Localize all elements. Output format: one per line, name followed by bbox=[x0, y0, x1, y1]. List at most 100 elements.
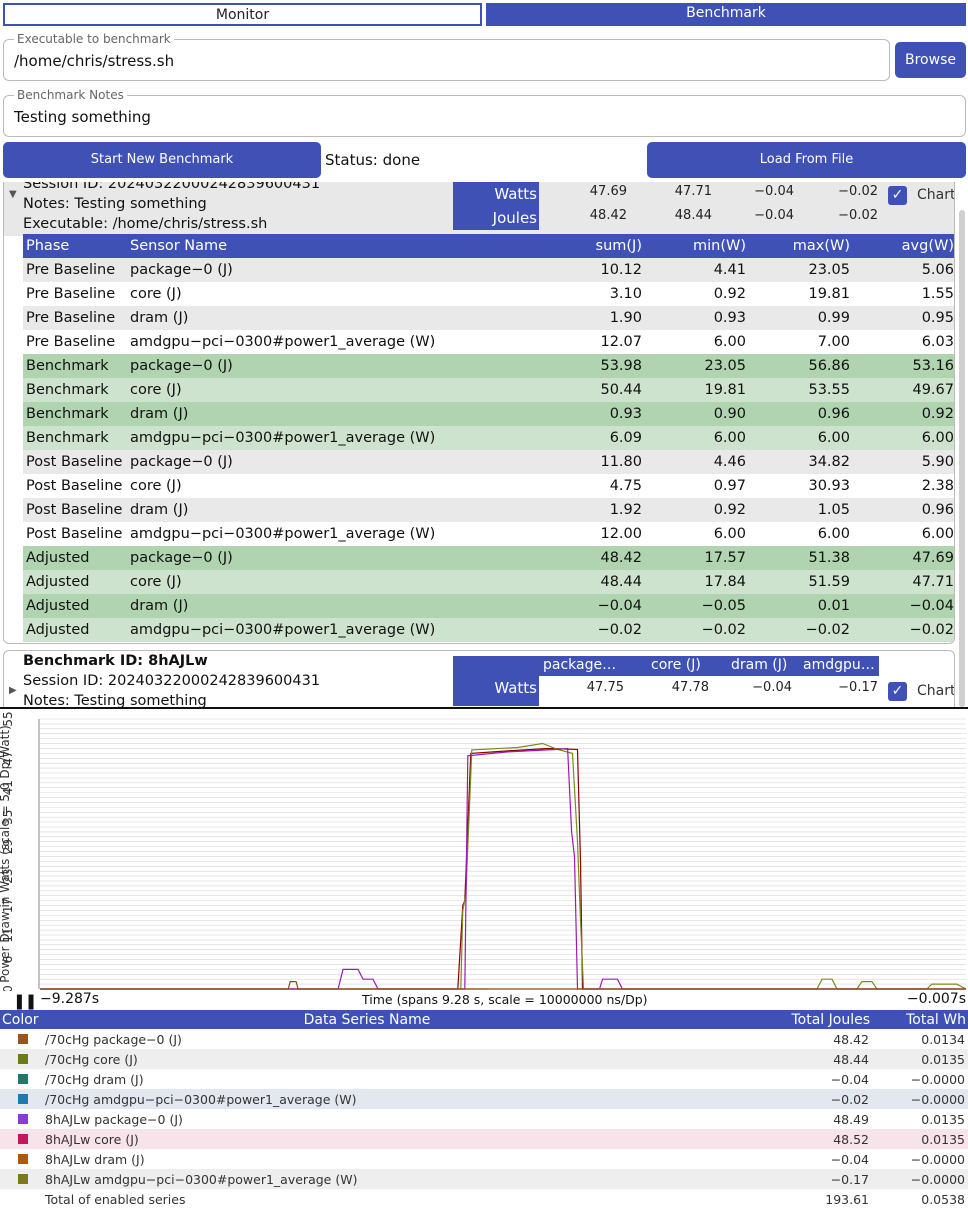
color-swatch[interactable] bbox=[18, 1113, 28, 1124]
phase-cell: Pre Baseline bbox=[23, 258, 127, 282]
vertical-scrollbar[interactable] bbox=[957, 182, 966, 707]
column-header[interactable]: Color bbox=[0, 1010, 42, 1029]
avg-cell: 49.67 bbox=[853, 378, 954, 402]
table-row[interactable]: Post Baseline core (J) 4.75 0.97 30.93 2.38 bbox=[23, 474, 954, 498]
session-notes: Notes: Testing something bbox=[23, 196, 207, 212]
watts-label: Watts bbox=[453, 182, 539, 206]
table-row[interactable]: Adjusted package−0 (J) 48.42 17.57 51.38 47.6… bbox=[23, 546, 954, 570]
color-swatch[interactable] bbox=[18, 1053, 28, 1064]
avg-cell: 2.38 bbox=[853, 474, 954, 498]
table-row[interactable]: Adjusted core (J) 48.44 17.84 51.59 47.71 bbox=[23, 570, 954, 594]
table-row[interactable]: Benchmark core (J) 50.44 19.81 53.55 49.67 bbox=[23, 378, 954, 402]
table-row[interactable]: Adjusted amdgpu−pci−0300#power1_average (… bbox=[23, 618, 954, 642]
legend-row[interactable]: /70cHg package−0 (J) 48.42 0.0134 bbox=[0, 1029, 968, 1049]
legend-color-cell bbox=[0, 1049, 42, 1069]
browse-button[interactable]: Browse bbox=[895, 42, 966, 78]
phase-cell: Benchmark bbox=[23, 354, 127, 378]
tab-benchmark[interactable]: Benchmark bbox=[486, 3, 966, 26]
min-cell: −0.05 bbox=[645, 594, 749, 618]
table-row[interactable]: Benchmark package−0 (J) 53.98 23.05 56.86 53.… bbox=[23, 354, 954, 378]
column-header[interactable]: min(W) bbox=[645, 234, 749, 258]
sum-cell: 50.44 bbox=[515, 378, 645, 402]
legend-row[interactable]: 8hAJLw package−0 (J) 48.49 0.0135 bbox=[0, 1109, 968, 1129]
sum-cell: 3.10 bbox=[515, 282, 645, 306]
pause-icon[interactable]: ❚❚ bbox=[13, 992, 37, 1010]
legend-series-name: 8hAJLw package−0 (J) bbox=[45, 1111, 183, 1127]
legend-color-cell bbox=[0, 1089, 42, 1109]
y-axis-label: Power Draw in Watts (scale = 5.0 Dp/Watt… bbox=[0, 725, 12, 983]
avg-cell: 47.71 bbox=[853, 570, 954, 594]
chart-checkbox-label: Chart bbox=[917, 187, 955, 203]
legend-row[interactable]: 8hAJLw core (J) 48.52 0.0135 bbox=[0, 1129, 968, 1149]
scrollbar-thumb[interactable] bbox=[959, 210, 965, 707]
table-row[interactable]: Post Baseline dram (J) 1.92 0.92 1.05 0.96 bbox=[23, 498, 954, 522]
legend-empty-cell bbox=[0, 1189, 42, 1209]
column-header[interactable]: max(W) bbox=[749, 234, 853, 258]
load-from-file-button[interactable]: Load From File bbox=[647, 142, 966, 178]
table-row[interactable]: Pre Baseline core (J) 3.10 0.92 19.81 1.55 bbox=[23, 282, 954, 306]
column-header[interactable]: sum(J) bbox=[515, 234, 645, 258]
sensor-name-cell: amdgpu−pci−0300#power1_average (W) bbox=[127, 330, 515, 354]
sum-cell: 6.09 bbox=[515, 426, 645, 450]
executable-field-value[interactable]: /home/chris/stress.sh bbox=[14, 52, 174, 70]
table-row[interactable]: Post Baseline amdgpu−pci−0300#power1_aver… bbox=[23, 522, 954, 546]
chart-checkbox[interactable]: ✓ bbox=[888, 186, 907, 205]
color-swatch[interactable] bbox=[18, 1093, 28, 1104]
collapse-triangle-icon[interactable]: ▼ bbox=[9, 189, 17, 200]
sensor-name-cell: core (J) bbox=[127, 474, 515, 498]
legend-row[interactable]: /70cHg dram (J) −0.04 −0.0000 bbox=[0, 1069, 968, 1089]
avg-cell: 0.96 bbox=[853, 498, 954, 522]
sum-cell: 1.92 bbox=[515, 498, 645, 522]
legend-row[interactable]: /70cHg core (J) 48.44 0.0135 bbox=[0, 1049, 968, 1069]
table-row[interactable]: Adjusted dram (J) −0.04 −0.05 0.01 −0.04 bbox=[23, 594, 954, 618]
phase-cell: Benchmark bbox=[23, 402, 127, 426]
legend-row[interactable]: 8hAJLw dram (J) −0.04 −0.0000 bbox=[0, 1149, 968, 1169]
table-row[interactable]: Post Baseline package−0 (J) 11.80 4.46 34.82… bbox=[23, 450, 954, 474]
legend-total-joules: −0.04 bbox=[830, 1151, 869, 1167]
table-row[interactable]: Pre Baseline package−0 (J) 10.12 4.41 23.05 5… bbox=[23, 258, 954, 282]
table-row[interactable]: Pre Baseline dram (J) 1.90 0.93 0.99 0.95 bbox=[23, 306, 954, 330]
watts-value: −0.04 bbox=[754, 184, 794, 199]
executable-field[interactable]: Executable to benchmark /home/chris/stre… bbox=[3, 32, 890, 81]
avg-cell: −0.04 bbox=[853, 594, 954, 618]
column-header[interactable]: Phase bbox=[23, 234, 127, 258]
start-benchmark-button[interactable]: Start New Benchmark bbox=[3, 142, 321, 178]
session-id: Session ID: 20240322000242839600431 bbox=[23, 182, 321, 192]
legend-series-name: /70cHg amdgpu−pci−0300#power1_average (W… bbox=[45, 1091, 357, 1107]
color-swatch[interactable] bbox=[18, 1153, 28, 1164]
table-row[interactable]: Benchmark dram (J) 0.93 0.90 0.96 0.92 bbox=[23, 402, 954, 426]
power-chart[interactable]: 0 6 11 17 23 29 35 41 47 55 Power Draw in Watts (s… bbox=[0, 707, 968, 1009]
phase-cell: Post Baseline bbox=[23, 522, 127, 546]
watts-value: 47.75 bbox=[586, 680, 624, 695]
color-swatch[interactable] bbox=[18, 1073, 28, 1084]
table-row[interactable]: Benchmark amdgpu−pci−0300#power1_average … bbox=[23, 426, 954, 450]
joules-value: −0.04 bbox=[754, 208, 794, 223]
max-cell: 19.81 bbox=[749, 282, 853, 306]
column-header[interactable]: Total Joules bbox=[692, 1010, 872, 1029]
column-header[interactable]: avg(W) bbox=[853, 234, 954, 258]
chart-checkbox[interactable]: ✓ bbox=[888, 682, 907, 701]
table-row[interactable]: Pre Baseline amdgpu−pci−0300#power1_avera… bbox=[23, 330, 954, 354]
executable-field-legend: Executable to benchmark bbox=[14, 32, 174, 46]
max-cell: 56.86 bbox=[749, 354, 853, 378]
color-swatch[interactable] bbox=[18, 1173, 28, 1184]
phase-cell: Adjusted bbox=[23, 570, 127, 594]
column-header[interactable]: Data Series Name bbox=[42, 1010, 692, 1029]
column-header[interactable]: Sensor Name bbox=[127, 234, 515, 258]
max-cell: 1.05 bbox=[749, 498, 853, 522]
session-id: Session ID: 20240322000242839600431 bbox=[23, 673, 321, 689]
avg-cell: 53.16 bbox=[853, 354, 954, 378]
color-swatch[interactable] bbox=[18, 1033, 28, 1044]
legend-series-name: 8hAJLw dram (J) bbox=[45, 1151, 145, 1167]
series-header-bar: package… core (J) dram (J) amdgpu… bbox=[453, 656, 879, 676]
column-header[interactable]: Total Wh bbox=[872, 1010, 968, 1029]
notes-field-value[interactable]: Testing something bbox=[14, 108, 151, 126]
tab-monitor[interactable]: Monitor bbox=[3, 3, 482, 26]
legend-row[interactable]: 8hAJLw amdgpu−pci−0300#power1_average (W… bbox=[0, 1169, 968, 1189]
color-swatch[interactable] bbox=[18, 1133, 28, 1144]
series-line bbox=[40, 981, 966, 990]
notes-field[interactable]: Benchmark Notes Testing something bbox=[3, 88, 966, 137]
expand-triangle-icon[interactable]: ▶ bbox=[9, 685, 17, 696]
legend-row[interactable]: /70cHg amdgpu−pci−0300#power1_average (W… bbox=[0, 1089, 968, 1109]
sum-cell: 4.75 bbox=[515, 474, 645, 498]
